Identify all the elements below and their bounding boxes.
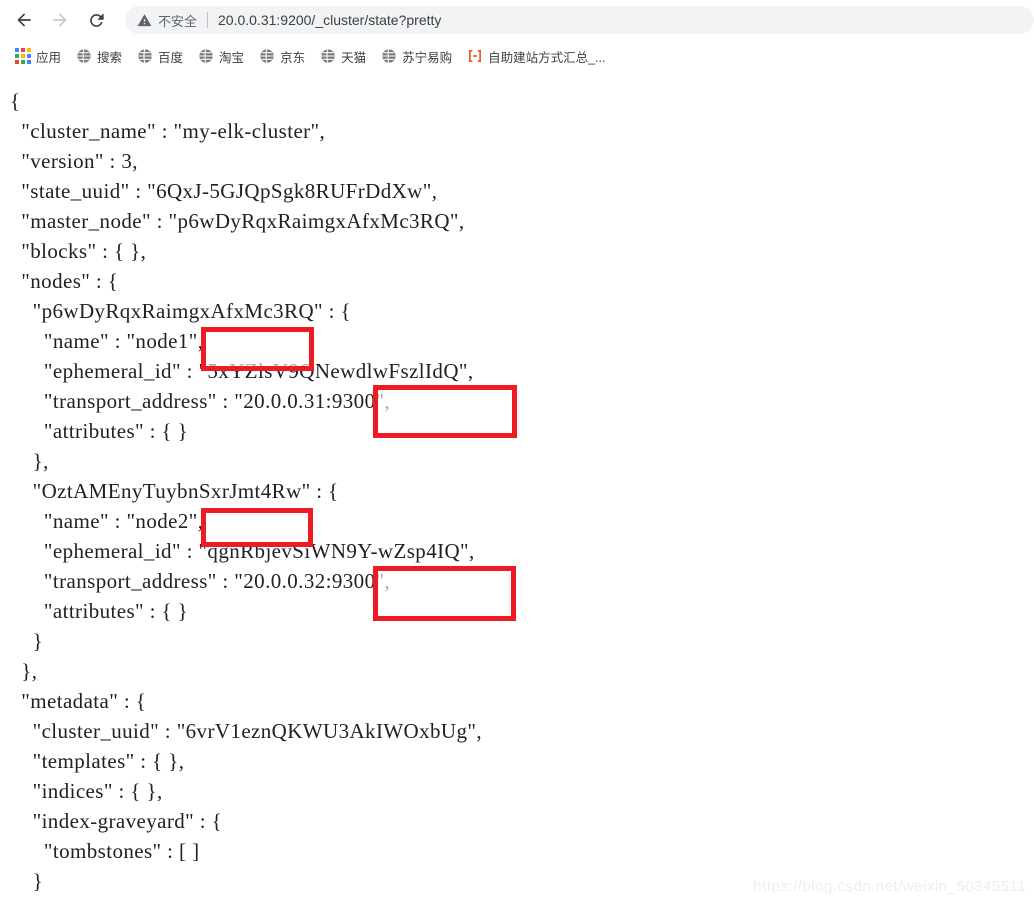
browser-toolbar: 不安全 20.0.0.31:9200/_cluster/state?pretty <box>0 0 1034 40</box>
bookmark-taobao[interactable]: 淘宝 <box>192 44 250 68</box>
bookmark-label: 搜索 <box>97 50 123 65</box>
globe-icon <box>260 49 274 63</box>
bookmark-label: 天猫 <box>341 50 367 65</box>
security-status[interactable]: 不安全 <box>137 11 197 30</box>
page-content: { "cluster_name" : "my-elk-cluster", "ve… <box>0 72 1034 903</box>
bookmark-apps[interactable]: 应用 <box>9 44 67 68</box>
bookmarks-bar: 应用 搜索 百度 淘宝 京东 天猫 苏宁易购 自助建站方式汇总_... <box>0 40 1034 72</box>
globe-icon <box>321 49 335 63</box>
node2-transport-address-highlight <box>373 566 516 621</box>
globe-icon <box>382 49 396 63</box>
bookmark-label: 淘宝 <box>219 50 245 65</box>
bookmark-tmall[interactable]: 天猫 <box>314 44 372 68</box>
omnibox-divider <box>207 12 209 28</box>
json-response-body: { "cluster_name" : "my-elk-cluster", "ve… <box>10 89 483 893</box>
bookmark-jingdong[interactable]: 京东 <box>253 44 311 68</box>
bookmark-suning[interactable]: 苏宁易购 <box>375 44 458 68</box>
reload-button[interactable] <box>79 3 113 37</box>
globe-icon <box>77 49 91 63</box>
node2-name-highlight <box>201 508 313 547</box>
arrow-left-icon <box>17 13 31 27</box>
node1-transport-address-highlight <box>373 385 517 438</box>
url-text: 20.0.0.31:9200/_cluster/state?pretty <box>218 12 442 28</box>
globe-icon <box>138 49 152 63</box>
apps-grid-icon <box>15 48 31 64</box>
globe-icon <box>199 49 213 63</box>
bookmark-label: 应用 <box>36 50 62 65</box>
address-bar[interactable]: 不安全 20.0.0.31:9200/_cluster/state?pretty <box>125 6 1034 34</box>
browser-chrome: 不安全 20.0.0.31:9200/_cluster/state?pretty… <box>0 0 1034 72</box>
bookmark-zizhu-jianzhan[interactable]: 自助建站方式汇总_... <box>461 44 611 68</box>
watermark: https://blog.csdn.net/weixin_50345511 <box>753 878 1026 895</box>
forward-button[interactable] <box>43 3 77 37</box>
bookmark-label: 百度 <box>158 50 184 65</box>
reload-icon <box>89 12 104 27</box>
node1-name-highlight <box>201 327 314 371</box>
security-label: 不安全 <box>158 13 198 29</box>
orange-bracket-icon <box>469 50 482 62</box>
bookmark-baidu[interactable]: 百度 <box>131 44 189 68</box>
bookmark-label: 京东 <box>280 50 306 65</box>
bookmark-sousuo[interactable]: 搜索 <box>70 44 128 68</box>
bookmark-label: 苏宁易购 <box>402 50 453 65</box>
back-button[interactable] <box>7 3 41 37</box>
bookmark-label: 自助建站方式汇总_... <box>488 50 606 65</box>
arrow-right-icon <box>53 13 67 27</box>
warning-triangle-icon <box>137 13 152 26</box>
